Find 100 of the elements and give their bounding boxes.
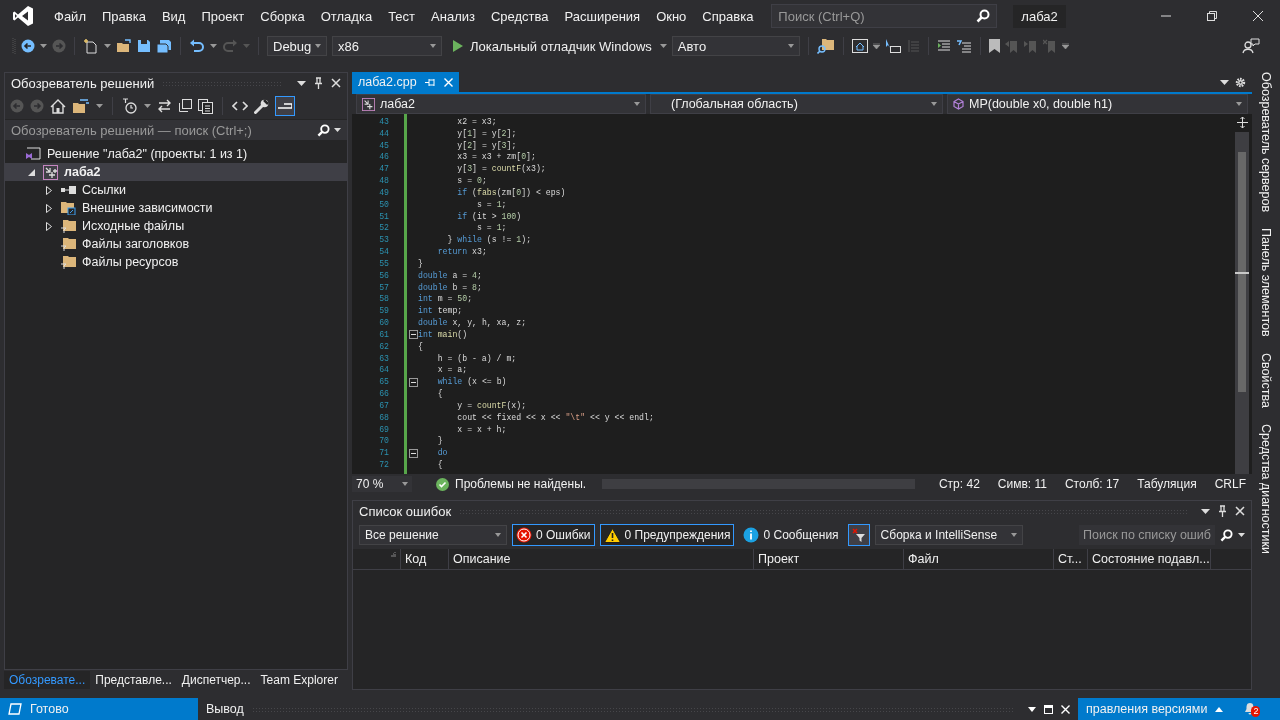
search-icon[interactable] <box>1220 528 1233 542</box>
search-field[interactable]: Обозреватель решений — поиск (Ctrl+;) <box>11 121 313 139</box>
comment-lines-icon[interactable] <box>955 39 972 53</box>
line-number: 47 <box>379 163 389 176</box>
visual-studio-logo <box>12 5 34 27</box>
collapse-icon[interactable] <box>408 377 418 387</box>
pin-icon[interactable] <box>1218 505 1227 517</box>
clear-filter-button[interactable] <box>847 524 870 546</box>
open-folder-icon[interactable] <box>116 39 132 53</box>
collapse-all-icon[interactable] <box>178 99 192 113</box>
column-header[interactable]: Код <box>405 552 427 566</box>
restore-icon[interactable] <box>1206 10 1218 22</box>
find-in-files-icon[interactable] <box>816 38 835 54</box>
configuration-dropdown[interactable]: Debug <box>267 36 327 56</box>
menu-item[interactable]: Правка <box>93 8 154 24</box>
build-filter-dropdown[interactable]: Сборка и IntelliSense <box>874 525 1023 545</box>
start-debugging-button[interactable]: Локальный отладчик Windows <box>447 38 655 54</box>
menu-item[interactable]: Отладка <box>312 8 381 24</box>
settings-icon[interactable] <box>1235 76 1246 88</box>
switch-views-icon[interactable] <box>72 98 90 114</box>
menu-item[interactable]: Расширения <box>556 8 649 24</box>
tree-item[interactable]: Файлы заголовков <box>5 235 347 253</box>
platform-dropdown[interactable]: x86 <box>332 36 442 56</box>
column-header[interactable]: Состояние подавл... <box>1092 552 1210 566</box>
filter-toggle-button[interactable]: 0 Предупреждения <box>599 524 735 546</box>
source-control-button[interactable]: правления версиями <box>1086 702 1208 716</box>
copy-icon[interactable] <box>198 98 213 114</box>
menu-item[interactable]: Файл <box>46 8 94 24</box>
column-header[interactable]: Проект <box>758 552 800 566</box>
panel-tab[interactable]: Диспетчер... <box>176 671 256 689</box>
output-panel-tab[interactable]: Вывод <box>206 702 244 716</box>
collapse-icon[interactable] <box>408 448 418 458</box>
preview-toggle-button[interactable] <box>275 96 295 116</box>
tree-item[interactable]: лаба2 <box>5 163 347 181</box>
menu-item[interactable]: Вид <box>153 8 194 24</box>
tree-item[interactable]: Внешние зависимости <box>5 199 347 217</box>
save-all-icon[interactable] <box>156 38 172 54</box>
menu-item[interactable]: Справка <box>694 8 762 24</box>
side-tab[interactable]: Панель элементов <box>1259 228 1273 337</box>
dropdown-caret-icon[interactable] <box>297 80 306 86</box>
tree-item[interactable]: Файлы ресурсов <box>5 253 347 271</box>
feedback-icon[interactable] <box>1242 38 1260 54</box>
select-element-icon[interactable] <box>884 39 901 53</box>
menu-item[interactable]: Анализ <box>423 8 483 24</box>
solution-mode-dropdown[interactable]: Авто <box>671 36 800 56</box>
close-icon[interactable] <box>1235 506 1245 516</box>
menu-item[interactable]: Окно <box>648 8 695 24</box>
dropdown-caret-icon[interactable] <box>1220 79 1229 85</box>
member-dropdown[interactable]: MP(double x0, double h1) <box>947 94 1248 114</box>
scope-dropdown[interactable]: (Глобальная область) <box>650 94 943 114</box>
code-icon[interactable] <box>232 100 248 112</box>
column-header[interactable]: Файл <box>908 552 939 566</box>
menu-item[interactable]: Средства <box>482 8 557 24</box>
menu-item[interactable]: Тест <box>380 8 424 24</box>
split-icon[interactable] <box>1236 117 1248 128</box>
filter-toggle-button[interactable]: 0 Сообщения <box>739 524 843 546</box>
scope-dropdown[interactable]: Все решение <box>359 525 507 545</box>
save-icon[interactable] <box>137 39 151 53</box>
maximize-icon[interactable] <box>1044 704 1053 714</box>
dropdown-caret-icon[interactable] <box>1238 533 1245 537</box>
column-header[interactable]: Ст... <box>1058 552 1082 566</box>
search-box[interactable]: Поиск (Ctrl+Q) <box>771 4 998 28</box>
browser-window-icon[interactable] <box>851 39 868 53</box>
menu-item[interactable]: Сборка <box>252 8 313 24</box>
dropdown-caret-icon[interactable] <box>1028 706 1036 712</box>
expanded-arrow-icon[interactable] <box>27 168 35 176</box>
panel-tab[interactable]: Team Explorer <box>255 671 343 689</box>
tree-item[interactable]: Ссылки <box>5 181 347 199</box>
home-icon[interactable] <box>50 98 66 114</box>
close-icon[interactable] <box>331 78 341 88</box>
bookmark-icon[interactable] <box>988 39 1000 53</box>
search-field[interactable]: Поиск по списку ошиб <box>1079 525 1215 545</box>
search-field[interactable]: Поиск (Ctrl+Q) <box>778 7 971 25</box>
back-icon[interactable] <box>21 39 35 53</box>
zoom-dropdown[interactable]: 70 % <box>352 476 412 492</box>
caret-up-icon[interactable] <box>1215 706 1224 712</box>
close-icon[interactable] <box>1252 10 1264 22</box>
filter-toggle-button[interactable]: 0 Ошибки <box>512 524 595 546</box>
column-header[interactable]: Описание <box>453 552 511 566</box>
undo-icon[interactable] <box>189 39 205 53</box>
pin-icon[interactable] <box>314 77 323 89</box>
project-dropdown[interactable]: лаба2 <box>356 94 646 114</box>
side-tab[interactable]: Свойства <box>1259 352 1273 408</box>
side-tab[interactable]: Обозреватель серверов <box>1259 72 1273 213</box>
dropdown-caret-icon[interactable] <box>1201 508 1210 514</box>
search-box[interactable]: Обозреватель решений — поиск (Ctrl+;) <box>5 120 347 140</box>
side-tab[interactable]: Средства диагностики <box>1259 423 1273 554</box>
panel-tab[interactable]: Представле... <box>90 671 177 689</box>
menu-item[interactable]: Проект <box>193 8 253 24</box>
tree-item[interactable]: Исходные файлы <box>5 217 347 235</box>
outdent-icon[interactable] <box>936 40 951 52</box>
wrench-icon[interactable] <box>254 98 269 114</box>
tree-item[interactable]: Решение "лаба2" (проекты: 1 из 1) <box>5 145 347 163</box>
scrollbar[interactable] <box>1235 132 1249 474</box>
history-icon[interactable] <box>122 98 138 114</box>
collapse-icon[interactable] <box>408 330 418 340</box>
panel-tab[interactable]: Обозревате... <box>4 671 91 689</box>
new-item-icon[interactable] <box>83 38 99 54</box>
dropdown-caret-icon[interactable] <box>334 128 341 132</box>
sync-icon[interactable] <box>157 99 172 113</box>
